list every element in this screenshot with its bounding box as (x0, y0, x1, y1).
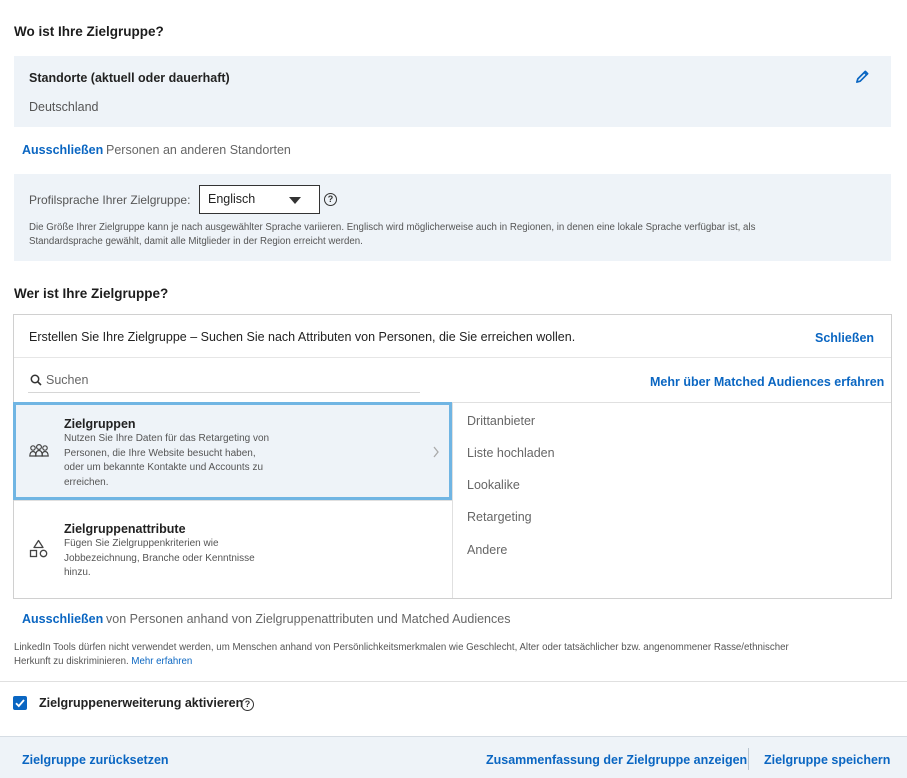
who-heading: Wer ist Ihre Zielgruppe? (14, 286, 169, 301)
pencil-icon (856, 70, 869, 83)
language-label: Profilsprache Ihrer Zielgruppe: (29, 193, 191, 207)
checkmark-icon (15, 699, 25, 708)
category-desc-line: Personen, die Ihre Website besucht haben… (64, 447, 256, 459)
sub-item-retargeting[interactable]: Retargeting (467, 510, 532, 524)
people-group-icon (29, 443, 49, 464)
audience-builder-intro: Erstellen Sie Ihre Zielgruppe – Suchen S… (29, 330, 576, 344)
reset-audience-button[interactable]: Zielgruppe zurücksetzen (22, 753, 169, 767)
exclude-attributes-text: von Personen anhand von Zielgruppenattri… (106, 612, 511, 626)
footer-separator (748, 748, 749, 770)
disclaimer-text: Herkunft zu diskriminieren. (14, 656, 129, 667)
search-placeholder: Suchen (46, 373, 89, 387)
sub-item-drittanbieter[interactable]: Drittanbieter (467, 414, 535, 428)
category-desc-line: Jobbezeichnung, Branche oder Kenntnisse (64, 552, 255, 564)
category-desc-line: oder um bekannte Kontakte und Accounts z… (64, 462, 264, 473)
language-select[interactable]: Englisch (199, 185, 320, 214)
category-desc-line: Nutzen Sie Ihre Daten für das Retargetin… (64, 433, 270, 444)
help-icon[interactable]: ? (324, 193, 337, 206)
chevron-right-icon (432, 445, 440, 463)
language-info-line2: Standardsprache gewählt, damit alle Mitg… (29, 236, 363, 247)
category-desc-line: erreichen. (64, 476, 109, 488)
caret-down-icon (289, 197, 301, 204)
category-title: Zielgruppenattribute (64, 522, 186, 536)
learn-more-link[interactable]: Mehr erfahren (131, 656, 192, 667)
exclude-locations-link[interactable]: Ausschließen (22, 143, 103, 157)
exclude-locations-text: Personen an anderen Standorten (106, 143, 291, 157)
category-desc-line: Fügen Sie Zielgruppenkriterien wie (64, 538, 219, 549)
save-audience-button[interactable]: Zielgruppe speichern (764, 753, 890, 767)
shapes-icon (29, 539, 49, 564)
search-underline (28, 392, 420, 393)
category-desc-line: hinzu. (64, 567, 91, 578)
disclaimer-line1: LinkedIn Tools dürfen nicht verwendet we… (14, 642, 789, 653)
disclaimer-line2: Herkunft zu diskriminieren. Mehr erfahre… (14, 656, 192, 667)
language-info-line1: Die Größe Ihrer Zielgruppe kann je nach … (29, 222, 756, 233)
exclude-attributes-link[interactable]: Ausschließen (22, 612, 103, 626)
column-divider (452, 402, 453, 598)
help-icon[interactable]: ? (241, 698, 254, 711)
sub-item-andere[interactable]: Andere (467, 543, 507, 557)
divider (14, 357, 891, 358)
sub-item-lookalike[interactable]: Lookalike (467, 478, 520, 492)
where-heading: Wo ist Ihre Zielgruppe? (14, 24, 164, 39)
expansion-checkbox[interactable] (13, 696, 27, 710)
search-icon (30, 374, 42, 386)
language-card (14, 174, 891, 261)
show-summary-button[interactable]: Zusammenfassung der Zielgruppe anzeigen (486, 753, 747, 767)
locations-label: Standorte (aktuell oder dauerhaft) (29, 71, 230, 85)
edit-locations-button[interactable] (855, 69, 871, 85)
locations-card (14, 56, 891, 127)
close-builder-link[interactable]: Schließen (815, 331, 874, 345)
divider (0, 681, 907, 682)
category-title: Zielgruppen (64, 417, 136, 431)
matched-audiences-link[interactable]: Mehr über Matched Audiences erfahren (650, 375, 884, 389)
sub-item-liste-hochladen[interactable]: Liste hochladen (467, 446, 555, 460)
locations-value: Deutschland (29, 100, 99, 114)
language-select-value: Englisch (208, 192, 256, 206)
search-field[interactable]: Suchen (28, 370, 420, 392)
expansion-label: Zielgruppenerweiterung aktivieren (39, 696, 244, 710)
